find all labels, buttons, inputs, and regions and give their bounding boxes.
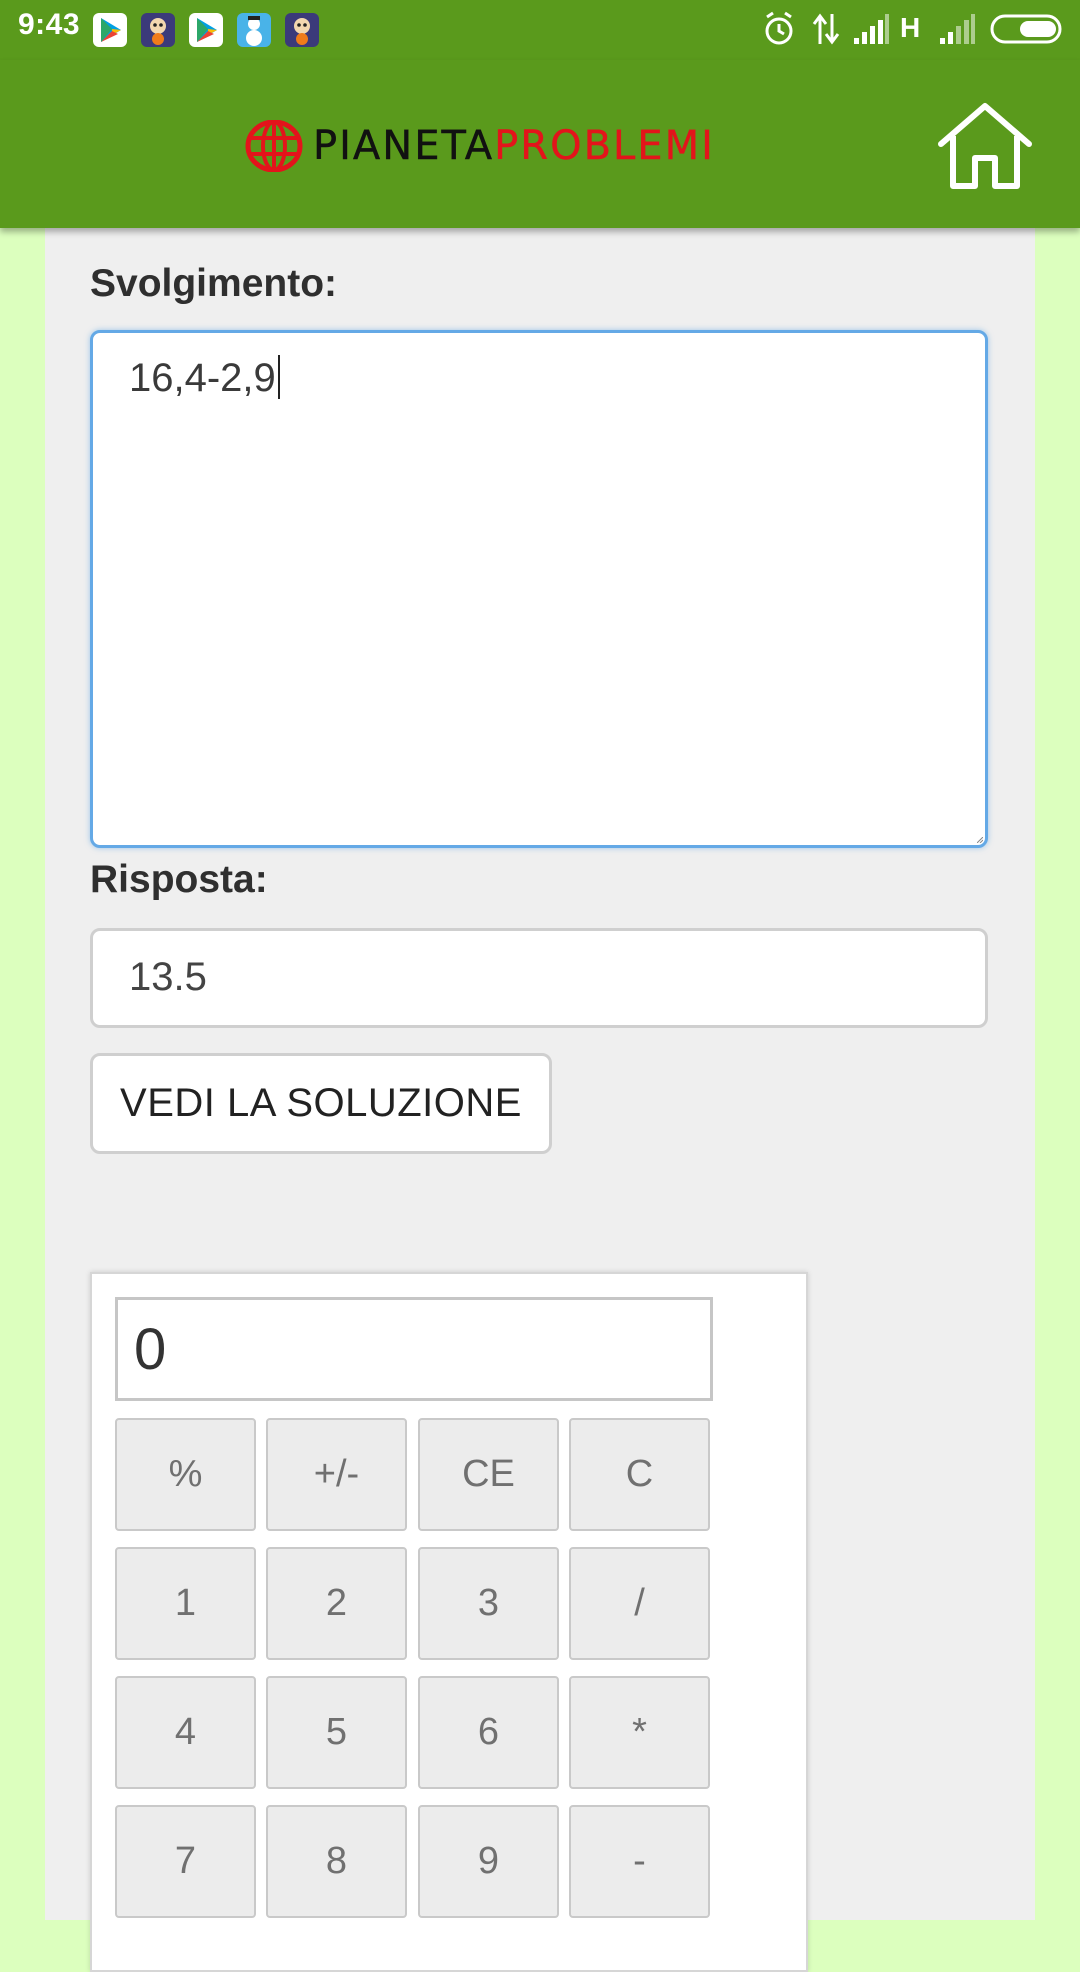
- answer-input-value: 13.5: [129, 955, 207, 999]
- working-label: Svolgimento:: [90, 262, 338, 305]
- calc-key-clear[interactable]: C: [569, 1418, 710, 1531]
- calc-key-8[interactable]: 8: [266, 1805, 407, 1918]
- logo[interactable]: PIANETAPROBLEMI: [245, 118, 715, 174]
- game-app-icon: [285, 13, 319, 47]
- calc-key-6[interactable]: 6: [418, 1676, 559, 1789]
- calc-key-multiply[interactable]: *: [569, 1676, 710, 1789]
- text-caret: [277, 355, 280, 399]
- globe-logo-icon: [245, 120, 303, 172]
- calculator-display: 0: [115, 1297, 713, 1401]
- calc-key-3[interactable]: 3: [418, 1547, 559, 1660]
- calc-key-subtract[interactable]: -: [569, 1805, 710, 1918]
- calculator: 0 % +/- CE C 1 2 3 / 4 5 6 * 7 8 9 -: [90, 1272, 808, 1972]
- status-time: 9:43: [18, 8, 81, 41]
- show-solution-button[interactable]: VEDI LA SOLUZIONE: [90, 1053, 552, 1154]
- logo-text-part1: PIANETA: [313, 123, 495, 169]
- working-textarea[interactable]: 16,4-2,9: [90, 330, 988, 848]
- logo-text: PIANETAPROBLEMI: [313, 123, 715, 169]
- calc-key-divide[interactable]: /: [569, 1547, 710, 1660]
- status-bar: 9:43 H: [0, 0, 1080, 60]
- logo-text-part2: PROBLEMI: [494, 123, 715, 169]
- calc-key-clear-entry[interactable]: CE: [418, 1418, 559, 1531]
- answer-label: Risposta:: [90, 858, 268, 901]
- answer-input[interactable]: 13.5: [90, 928, 988, 1028]
- signal-icon: [854, 14, 889, 44]
- calc-key-2[interactable]: 2: [266, 1547, 407, 1660]
- calc-key-4[interactable]: 4: [115, 1676, 256, 1789]
- resize-grip-icon[interactable]: [977, 837, 983, 843]
- game-app-icon: [141, 13, 175, 47]
- network-type: H: [900, 12, 921, 43]
- battery-icon: [990, 14, 1062, 44]
- calc-key-percent[interactable]: %: [115, 1418, 256, 1531]
- play-store-icon: [189, 13, 223, 47]
- play-store-icon: [93, 13, 127, 47]
- working-textarea-value: 16,4-2,9: [129, 355, 280, 401]
- calc-key-9[interactable]: 9: [418, 1805, 559, 1918]
- home-icon[interactable]: [935, 100, 1035, 192]
- signal-icon: [940, 14, 975, 44]
- snowman-app-icon: [237, 13, 271, 47]
- data-transfer-icon: [812, 13, 840, 45]
- calc-key-1[interactable]: 1: [115, 1547, 256, 1660]
- alarm-icon: [765, 11, 793, 45]
- calc-key-5[interactable]: 5: [266, 1676, 407, 1789]
- calc-key-7[interactable]: 7: [115, 1805, 256, 1918]
- app-bar: PIANETAPROBLEMI: [0, 60, 1080, 228]
- calc-key-plus-minus[interactable]: +/-: [266, 1418, 407, 1531]
